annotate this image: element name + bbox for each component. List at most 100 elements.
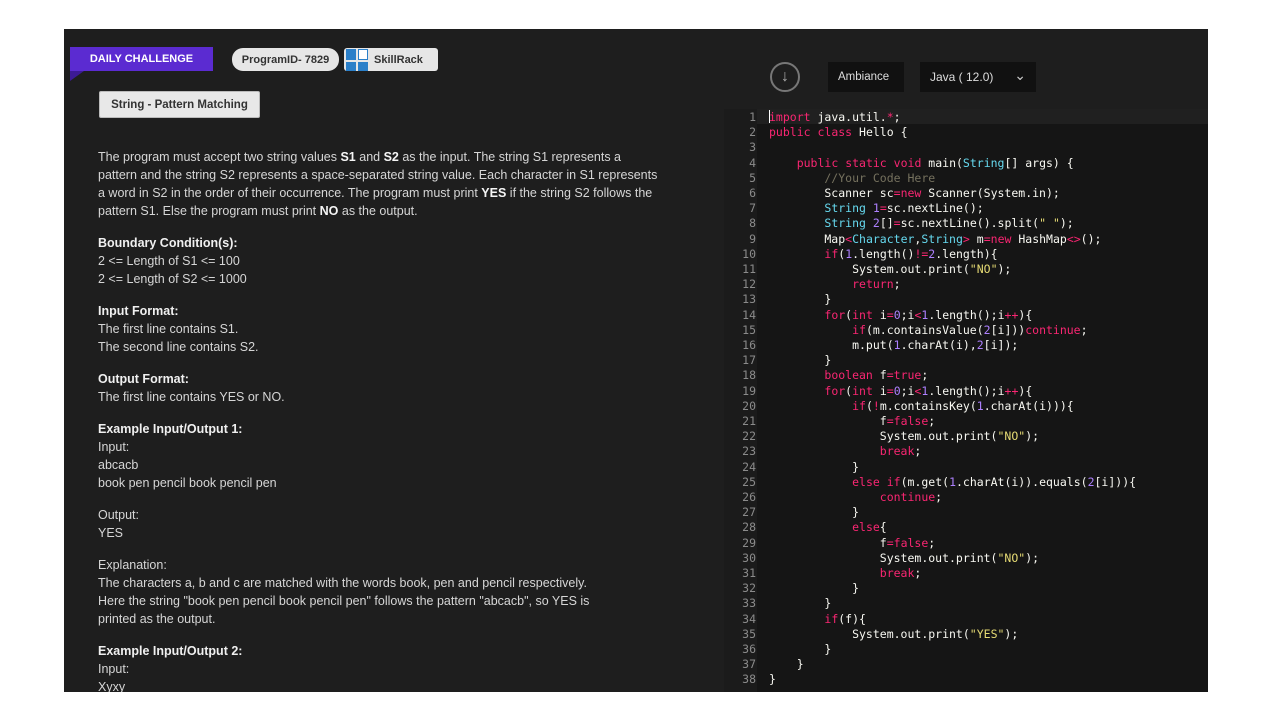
line-number: 17 (742, 353, 756, 368)
example1-input-line: book pen pencil book pencil pen (98, 476, 277, 490)
line-number: 31 (742, 566, 756, 580)
code-line[interactable]: System.out.print("NO"); (769, 551, 1039, 566)
boundary-title: Boundary Condition(s): (98, 236, 238, 250)
daily-challenge-badge: DAILY CHALLENGE (70, 47, 213, 81)
line-number: 29 (742, 535, 756, 550)
code-line[interactable]: } (769, 581, 859, 596)
topic-tag-button[interactable]: String - Pattern Matching (99, 91, 260, 118)
example2-input-line: Xyxy (98, 680, 126, 692)
code-line[interactable]: m.put(1.charAt(i),2[i]); (769, 338, 1018, 353)
code-line[interactable]: for(int i=0;i<1.length();i++){ (769, 384, 1032, 399)
line-number: 2 (749, 125, 756, 140)
problem-description: The program must accept two string value… (98, 150, 658, 218)
code-line[interactable]: System.out.print("YES"); (769, 627, 1018, 642)
code-line[interactable]: f=false; (769, 536, 935, 551)
code-line[interactable]: String 2[]=sc.nextLine().split(" "); (769, 216, 1073, 231)
code-line[interactable]: } (769, 292, 831, 307)
line-number: 4 (749, 155, 756, 170)
code-line[interactable]: return; (769, 277, 900, 292)
line-number: 26 (742, 490, 756, 504)
code-line[interactable]: //Your Code Here (769, 171, 935, 186)
line-number: 10 (742, 246, 756, 261)
line-number: 6 (749, 186, 756, 200)
code-line[interactable]: } (769, 596, 831, 611)
code-line[interactable]: continue; (769, 490, 942, 505)
theme-select[interactable]: Ambiance (828, 62, 904, 92)
example1-title: Example Input/Output 1: (98, 422, 243, 436)
line-number: 33 (742, 596, 756, 611)
code-line[interactable]: System.out.print("NO"); (769, 429, 1039, 444)
output-format-line: The first line contains YES or NO. (98, 390, 285, 404)
line-number: 30 (742, 550, 756, 565)
line-number-gutter: 1 2 3 4 5 6 7 8 9 10 11 12 13 14 15 16 17 18 19 20 21 22 23 24 2… (724, 109, 757, 692)
line-number: 20 (742, 398, 756, 413)
line-number: 5 (749, 170, 756, 185)
code-line[interactable]: } (769, 642, 831, 657)
code-line[interactable]: } (769, 657, 804, 672)
language-value: Java ( 12.0) (930, 70, 994, 84)
code-line[interactable]: if(f){ (769, 612, 866, 627)
problem-statement: The program must accept two string value… (98, 148, 668, 692)
line-number: 36 (742, 642, 756, 656)
code-line[interactable]: for(int i=0;i<1.length();i++){ (769, 308, 1032, 323)
line-number: 38 (742, 672, 756, 687)
line-number: 16 (742, 338, 756, 352)
line-number: 19 (742, 383, 756, 398)
output-format-title: Output Format: (98, 372, 189, 386)
brand-name: SkillRack (374, 53, 423, 66)
code-line[interactable]: break; (769, 444, 922, 459)
code-line[interactable]: boolean f=true; (769, 368, 928, 383)
explanation-line: The characters a, b and c are matched wi… (98, 576, 587, 590)
code-line[interactable]: if(m.containsValue(2[i]))continue; (769, 323, 1087, 338)
explanation-label: Explanation: (98, 558, 167, 572)
example2-input-label: Input: (98, 662, 130, 676)
line-number: 9 (749, 231, 756, 246)
explanation-line: Here the string "book pen pencil book pe… (98, 594, 590, 608)
line-number: 27 (742, 505, 756, 520)
line-number: 21 (742, 414, 756, 428)
line-number: 3 (749, 140, 756, 155)
code-line[interactable]: if(1.length()!=2.length){ (769, 247, 997, 262)
line-number: 28 (742, 520, 756, 535)
line-number: 12 (742, 277, 756, 292)
line-number: 32 (742, 581, 756, 596)
code-line[interactable]: Map<Character,String> m=new HashMap<>(); (769, 232, 1101, 247)
code-line[interactable]: f=false; (769, 414, 935, 429)
code-line[interactable]: import java.util.*; (769, 110, 901, 125)
line-number: 8 (749, 216, 756, 231)
code-line[interactable]: else{ (769, 520, 887, 535)
code-line[interactable]: break; (769, 566, 922, 581)
code-line[interactable]: System.out.print("NO"); (769, 262, 1011, 277)
code-line[interactable]: String 1=sc.nextLine(); (769, 201, 983, 216)
code-editor[interactable]: 1 2 3 4 5 6 7 8 9 10 11 12 13 14 15 16 17 18 19 20 21 22 23 24 2… (724, 109, 1208, 692)
arrow-down-icon: ↓ (781, 68, 789, 85)
line-number: 13 (742, 292, 756, 307)
code-line[interactable]: Scanner sc=new Scanner(System.in); (769, 186, 1059, 201)
line-number: 35 (742, 626, 756, 641)
line-number: 15 (742, 322, 756, 337)
line-number: 25 (742, 474, 756, 489)
code-line[interactable]: } (769, 353, 831, 368)
code-line[interactable]: public class Hello { (769, 125, 908, 140)
line-number: 7 (749, 201, 756, 216)
download-button[interactable]: ↓ (770, 62, 800, 92)
boundary-line: 2 <= Length of S1 <= 100 (98, 254, 240, 268)
code-line[interactable]: public static void main(String[] args) { (769, 156, 1074, 171)
line-number: 37 (742, 657, 756, 672)
program-id-badge: ProgramID- 7829 (232, 48, 339, 71)
line-number: 23 (742, 444, 756, 459)
example1-input-label: Input: (98, 440, 130, 454)
chevron-down-icon: ⌄ (1014, 67, 1026, 83)
example1-output-label: Output: (98, 508, 139, 522)
code-line[interactable]: else if(m.get(1.charAt(i)).equals(2[i]))… (769, 475, 1136, 490)
skillrack-logo: SkillRack (344, 48, 438, 71)
code-line[interactable]: } (769, 505, 859, 520)
code-line[interactable]: if(!m.containsKey(1.charAt(i))){ (769, 399, 1074, 414)
example1-input-line: abcacb (98, 458, 139, 472)
language-select[interactable]: Java ( 12.0) ⌄ (920, 62, 1036, 92)
input-format-line: The first line contains S1. (98, 322, 239, 336)
line-number: 22 (742, 429, 756, 444)
example1-output: YES (98, 526, 124, 540)
code-line[interactable]: } (769, 672, 776, 687)
code-line[interactable]: } (769, 460, 859, 475)
